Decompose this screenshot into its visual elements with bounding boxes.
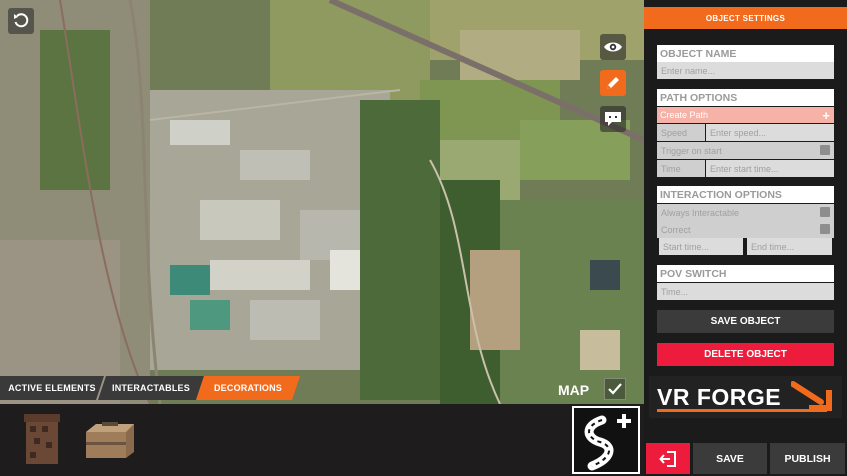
map-toggle-label: MAP [558, 382, 590, 398]
panel-header: OBJECT SETTINGS [644, 7, 847, 29]
always-interactable-checkbox[interactable] [820, 207, 830, 217]
logo-text: VR FORGE [657, 383, 782, 410]
trigger-on-start-checkbox[interactable] [820, 145, 830, 155]
start-time-field[interactable] [706, 160, 834, 177]
pov-time-input[interactable] [661, 286, 834, 297]
add-path-button[interactable] [572, 406, 640, 474]
start-time-input[interactable] [710, 163, 834, 174]
delete-object-button[interactable]: DELETE OBJECT [657, 343, 834, 366]
create-path-button[interactable]: Create Path + [657, 107, 834, 123]
visibility-button[interactable] [600, 34, 626, 60]
speed-input[interactable] [710, 127, 834, 138]
correct-label: Correct [661, 224, 691, 235]
pov-time-field[interactable] [657, 283, 834, 300]
comment-button[interactable] [600, 106, 626, 132]
interaction-start-field[interactable] [659, 238, 743, 255]
interaction-end-input[interactable] [751, 241, 832, 252]
tab-interactables[interactable]: INTERACTABLES [98, 376, 204, 400]
app-root: ACTIVE ELEMENTS INTERACTABLES DECORATION… [0, 0, 847, 476]
undo-button[interactable] [8, 8, 34, 34]
object-name-field[interactable] [657, 62, 834, 79]
time-label: Time [657, 160, 705, 177]
tab-decorations[interactable]: DECORATIONS [196, 376, 300, 400]
object-name-title: OBJECT NAME [657, 45, 834, 62]
interaction-end-field[interactable] [747, 238, 832, 255]
satellite-map[interactable]: ACTIVE ELEMENTS INTERACTABLES DECORATION… [0, 0, 644, 404]
correct-checkbox[interactable] [820, 224, 830, 234]
map-toggle-checkbox[interactable] [604, 378, 626, 400]
save-object-button[interactable]: SAVE OBJECT [657, 310, 834, 333]
tower-decoration-icon [24, 414, 60, 464]
tray-item-tower[interactable] [20, 410, 64, 466]
toolbox-decoration-icon [86, 422, 134, 458]
edit-button[interactable] [600, 70, 626, 96]
plus-icon: + [822, 107, 830, 123]
tab-active-elements[interactable]: ACTIVE ELEMENTS [0, 376, 104, 400]
exit-button[interactable] [646, 443, 690, 474]
chat-icon [605, 112, 621, 126]
correct-row[interactable]: Correct [657, 221, 834, 238]
trigger-on-start-label: Trigger on start [661, 145, 722, 156]
check-icon [608, 383, 622, 395]
object-name-input[interactable] [661, 65, 834, 76]
logo-underline [657, 409, 827, 412]
speed-field[interactable] [706, 124, 834, 141]
publish-button[interactable]: PUBLISH [770, 443, 845, 474]
path-add-icon [584, 414, 631, 471]
vr-forge-logo: VR FORGE [649, 376, 842, 418]
save-button[interactable]: SAVE [693, 443, 767, 474]
always-interactable-label: Always Interactable [661, 207, 740, 218]
interaction-options-title: INTERACTION OPTIONS [657, 186, 834, 203]
tray-item-toolbox[interactable] [82, 418, 138, 460]
speed-label: Speed [657, 124, 705, 141]
pencil-icon [607, 77, 619, 89]
interaction-start-input[interactable] [663, 241, 743, 252]
trigger-on-start-row[interactable]: Trigger on start [657, 142, 834, 159]
map-imagery [0, 0, 644, 404]
eye-icon [604, 42, 622, 52]
undo-icon [14, 13, 29, 28]
create-path-label: Create Path [660, 110, 709, 120]
exit-icon [659, 450, 676, 467]
always-interactable-row[interactable]: Always Interactable [657, 204, 834, 221]
pov-switch-title: POV SWITCH [657, 265, 834, 282]
path-options-title: PATH OPTIONS [657, 89, 834, 106]
